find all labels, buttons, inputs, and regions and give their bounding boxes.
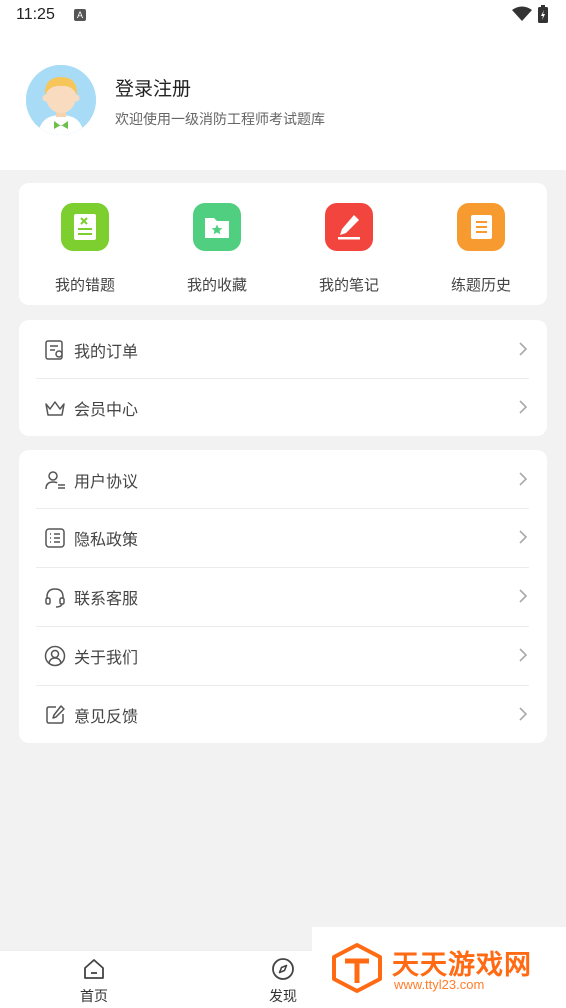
- shortcut-history[interactable]: 练题历史: [415, 183, 547, 305]
- privacy-list-icon: [45, 528, 65, 548]
- orders-card: 我的订单 会员中心: [19, 320, 547, 436]
- avatar-boy-icon: [26, 65, 96, 135]
- status-bar: 11:25 A: [0, 0, 566, 32]
- settings-card: 用户协议 隐私政策 联系客服 关于我们 意见反馈: [19, 450, 547, 743]
- menu-label: 意见反馈: [74, 707, 139, 726]
- wrong-questions-icon: [61, 203, 109, 251]
- notification-a-icon: A: [74, 9, 86, 21]
- watermark-url: www.ttyl23.com: [394, 977, 485, 992]
- headset-icon: [45, 588, 65, 608]
- menu-label: 用户协议: [74, 472, 139, 491]
- wifi-icon: [512, 6, 532, 21]
- chevron-right-icon: [519, 648, 528, 662]
- menu-label: 关于我们: [74, 648, 139, 667]
- chevron-right-icon: [519, 707, 528, 721]
- compass-icon: [272, 958, 294, 980]
- menu-item-customer-service[interactable]: 联系客服: [19, 567, 547, 626]
- shortcut-favorites[interactable]: 我的收藏: [151, 183, 283, 305]
- menu-item-membership[interactable]: 会员中心: [19, 378, 547, 437]
- menu-label: 我的订单: [74, 342, 139, 361]
- crown-icon: [45, 401, 65, 416]
- chevron-right-icon: [519, 472, 528, 486]
- status-time: 11:25: [16, 6, 55, 23]
- shortcut-label: 我的收藏: [186, 276, 247, 294]
- site-watermark: 天天游戏网 www.ttyl23.com: [312, 927, 566, 1008]
- shortcut-label: 我的笔记: [318, 276, 379, 294]
- login-register-title[interactable]: 登录注册: [115, 74, 191, 101]
- welcome-subtitle: 欢迎使用一级消防工程师考试题库: [115, 112, 325, 128]
- user-agreement-icon: [45, 471, 65, 490]
- shortcut-wrong-questions[interactable]: 我的错题: [19, 183, 151, 305]
- chevron-right-icon: [519, 342, 528, 356]
- menu-item-feedback[interactable]: 意见反馈: [19, 685, 547, 744]
- menu-item-user-agreement[interactable]: 用户协议: [19, 450, 547, 509]
- shortcut-label: 练题历史: [450, 276, 511, 294]
- chevron-right-icon: [519, 530, 528, 544]
- watermark-logo-icon: [332, 943, 382, 993]
- order-list-icon: [45, 340, 63, 360]
- tab-label: 首页: [80, 989, 108, 1005]
- profile-header[interactable]: 登录注册 欢迎使用一级消防工程师考试题库: [0, 32, 566, 170]
- shortcuts-card: 我的错题 我的收藏 我的笔记 练题历史: [19, 183, 547, 305]
- shortcut-label: 我的错题: [54, 276, 115, 294]
- avatar[interactable]: [26, 65, 96, 135]
- history-scroll-icon: [457, 203, 505, 251]
- menu-label: 联系客服: [74, 589, 139, 608]
- home-icon: [84, 959, 104, 979]
- menu-item-privacy-policy[interactable]: 隐私政策: [19, 508, 547, 567]
- menu-item-about-us[interactable]: 关于我们: [19, 626, 547, 685]
- tab-home[interactable]: 首页: [49, 951, 139, 1008]
- notes-pen-icon: [325, 203, 373, 251]
- menu-item-my-orders[interactable]: 我的订单: [19, 320, 547, 379]
- menu-label: 隐私政策: [74, 530, 139, 549]
- chevron-right-icon: [519, 400, 528, 414]
- chevron-right-icon: [519, 589, 528, 603]
- user-circle-icon: [44, 645, 66, 667]
- menu-label: 会员中心: [74, 400, 139, 419]
- feedback-edit-icon: [46, 705, 65, 724]
- battery-icon: [538, 5, 548, 23]
- shortcut-notes[interactable]: 我的笔记: [283, 183, 415, 305]
- favorites-folder-icon: [193, 203, 241, 251]
